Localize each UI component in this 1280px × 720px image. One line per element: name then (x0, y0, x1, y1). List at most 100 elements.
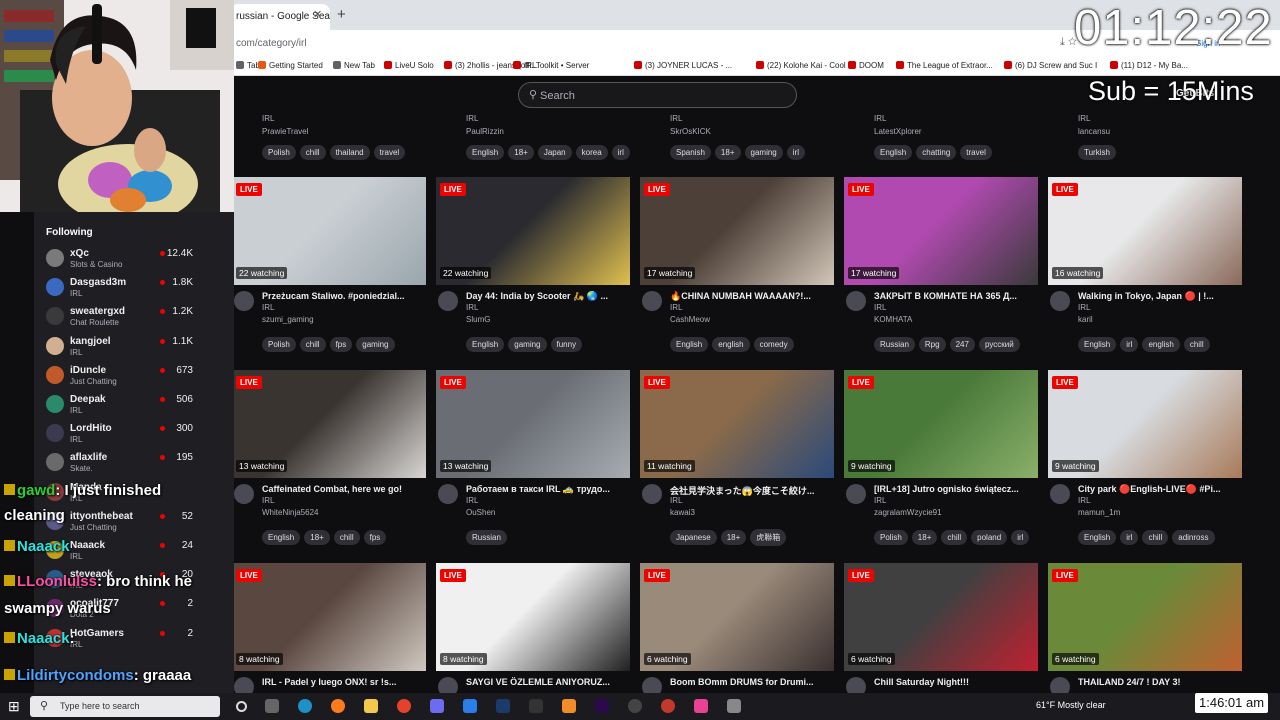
channel-name[interactable]: zagralamWzycie91 (874, 508, 942, 517)
stream-card[interactable]: LIVE 13 watching Работаем в такси IRL 🚕 тр… (436, 370, 630, 550)
stream-category[interactable]: IRL (262, 496, 274, 505)
stream-tag[interactable]: irl (1011, 530, 1030, 545)
stream-card[interactable]: LIVE 9 watching City park 🔴English-LIVE🔴 #… (1048, 370, 1242, 550)
bookmark-item[interactable]: (22) Kolohe Kai - Cool ... (756, 61, 855, 70)
channel-name[interactable]: OuShen (466, 508, 495, 517)
stream-tag[interactable]: irl (611, 145, 630, 160)
stream-card[interactable]: LIVE 8 watching IRL - Padel y luego ONX! s… (232, 563, 426, 697)
channel-avatar[interactable] (642, 291, 662, 311)
channel-name[interactable]: szumi_gaming (262, 315, 314, 324)
channel-name[interactable]: PrawieTravel (262, 127, 308, 136)
epic-icon[interactable] (529, 699, 543, 713)
stream-tag[interactable]: Spanish (670, 145, 711, 160)
stream-tag[interactable]: travel (960, 145, 992, 160)
channel-avatar[interactable] (234, 291, 254, 311)
stream-card[interactable]: LIVE 17 watching ЗАКРЫТ В КОМНАТЕ НА 365 Д… (844, 177, 1038, 357)
stream-card[interactable]: LIVE 22 watching Przeżucam Staliwo. #ponie… (232, 177, 426, 357)
stream-title[interactable]: Przeżucam Staliwo. #poniedzial... (262, 291, 426, 301)
stream-category[interactable]: IRL (1078, 303, 1090, 312)
stream-tag[interactable]: irl (1120, 530, 1139, 545)
app-icon[interactable] (661, 699, 675, 713)
sidebar-channel[interactable]: kangjoel IRL 1.1K (46, 336, 196, 364)
stream-title[interactable]: Caffeinated Combat, here we go! (262, 484, 426, 494)
stream-tag[interactable]: korea (575, 145, 608, 160)
stream-thumbnail[interactable]: LIVE 9 watching (844, 370, 1038, 478)
taskbar-search-input[interactable]: ⚲ Type here to search (30, 696, 220, 717)
firefox-icon[interactable] (331, 699, 345, 713)
stream-card[interactable]: LIVE 13 watching Caffeinated Combat, here … (232, 370, 426, 550)
stream-tag[interactable]: 虎聯箱 (750, 529, 787, 546)
bookmark-item[interactable]: The League of Extraor... (896, 61, 993, 70)
stream-tag[interactable]: travel (373, 145, 406, 160)
channel-name[interactable]: SlumG (466, 315, 490, 324)
file-explorer-icon[interactable] (364, 699, 378, 713)
stream-tag[interactable]: adinross (1172, 530, 1215, 545)
app-icon[interactable] (694, 699, 708, 713)
stream-tag[interactable]: English (1078, 530, 1117, 545)
stream-category[interactable]: IRL (466, 114, 478, 123)
stream-title[interactable]: City park 🔴English-LIVE🔴 #Pi... (1078, 484, 1242, 495)
bookmark-item[interactable]: Tab (236, 61, 260, 70)
channel-name[interactable]: lancansu (1078, 127, 1110, 136)
stream-category[interactable]: IRL (466, 496, 478, 505)
stream-thumbnail[interactable]: LIVE 11 watching (640, 370, 834, 478)
stream-category[interactable]: IRL (670, 114, 682, 123)
stream-tag[interactable]: 18+ (714, 145, 741, 160)
stream-title[interactable]: ЗАКРЫТ В КОМНАТЕ НА 365 Д... (874, 291, 1038, 301)
stream-category[interactable]: IRL (262, 303, 274, 312)
channel-name[interactable]: KOMHATA (874, 315, 912, 324)
channel-avatar[interactable] (1050, 291, 1070, 311)
stream-card-partial[interactable]: IRL lancansu Turkish (1048, 112, 1242, 164)
stream-tag[interactable]: Japanese (670, 530, 717, 545)
sidebar-channel[interactable]: sweatergxd Chat Roulette 1.2K (46, 306, 196, 334)
stream-thumbnail[interactable]: LIVE 6 watching (844, 563, 1038, 671)
stream-title[interactable]: Работаем в такси IRL 🚕 трудо... (466, 484, 630, 495)
stream-card-partial[interactable]: IRL SkrOsKICK Spanish 18+ gaming irl (640, 112, 834, 164)
stream-thumbnail[interactable]: LIVE 13 watching (232, 370, 426, 478)
stream-tag[interactable]: chill (333, 530, 360, 545)
sidebar-channel[interactable]: xQc Slots & Casino 12.4K (46, 248, 196, 276)
bookmark-item[interactable]: Getting Started (258, 61, 323, 70)
stream-tag[interactable]: comedy (753, 337, 794, 352)
app-icon[interactable] (628, 699, 642, 713)
stream-category[interactable]: IRL (1078, 496, 1090, 505)
stream-title[interactable]: THAILAND 24/7 ! DAY 3! (1078, 677, 1242, 687)
stream-thumbnail[interactable]: LIVE 8 watching (436, 563, 630, 671)
stream-title[interactable]: Chill Saturday Night!!! (874, 677, 1038, 687)
stream-card[interactable]: LIVE 6 watching Boom BOmm DRUMS for Drumi.… (640, 563, 834, 697)
channel-avatar[interactable] (846, 484, 866, 504)
channel-name[interactable]: kawai3 (670, 508, 695, 517)
stream-card[interactable]: LIVE 17 watching 🔥CHINA NUMBAH WAAAAN?!...… (640, 177, 834, 357)
new-tab-icon[interactable]: + (337, 6, 346, 23)
stream-category[interactable]: IRL (466, 303, 478, 312)
channel-avatar[interactable] (1050, 484, 1070, 504)
stream-title[interactable]: 🔥CHINA NUMBAH WAAAAN?!... (670, 291, 834, 302)
app-icon[interactable] (562, 699, 576, 713)
stream-thumbnail[interactable]: LIVE 17 watching (640, 177, 834, 285)
channel-name[interactable]: mamun_1m (1078, 508, 1120, 517)
stream-title[interactable]: SAYGI VE ÖZLEMLE ANIYORUZ... (466, 677, 630, 687)
stream-tag[interactable]: gaming (744, 145, 783, 160)
stream-card-partial[interactable]: IRL LatestXplorer English chatting travel (844, 112, 1038, 164)
stream-card-partial[interactable]: IRL PrawieTravel Polish chill thailand travel (232, 112, 426, 164)
stream-tag[interactable]: Russian (874, 337, 915, 352)
channel-avatar[interactable] (846, 291, 866, 311)
stream-tag[interactable]: chill (1183, 337, 1210, 352)
task-view-icon[interactable] (236, 701, 247, 712)
stream-title[interactable]: Walking in Tokyo, Japan 🔴 | !... (1078, 291, 1242, 302)
stream-thumbnail[interactable]: LIVE 9 watching (1048, 370, 1242, 478)
stream-tag[interactable]: Russian (466, 530, 507, 545)
stream-category[interactable]: IRL (874, 303, 886, 312)
stream-thumbnail[interactable]: LIVE 22 watching (232, 177, 426, 285)
stream-card[interactable]: LIVE 6 watching Chill Saturday Night!!! (844, 563, 1038, 697)
stream-tag[interactable]: 18+ (508, 145, 534, 160)
stream-tag[interactable]: chill (299, 145, 326, 160)
app-icon[interactable] (430, 699, 444, 713)
stream-category[interactable]: IRL (874, 496, 886, 505)
widgets-icon[interactable] (265, 699, 279, 713)
stream-thumbnail[interactable]: LIVE 6 watching (1048, 563, 1242, 671)
channel-name[interactable]: CashMeow (670, 315, 710, 324)
stream-category[interactable]: IRL (262, 114, 274, 123)
chrome-icon[interactable] (397, 699, 411, 713)
stream-tag[interactable]: English (466, 337, 505, 352)
